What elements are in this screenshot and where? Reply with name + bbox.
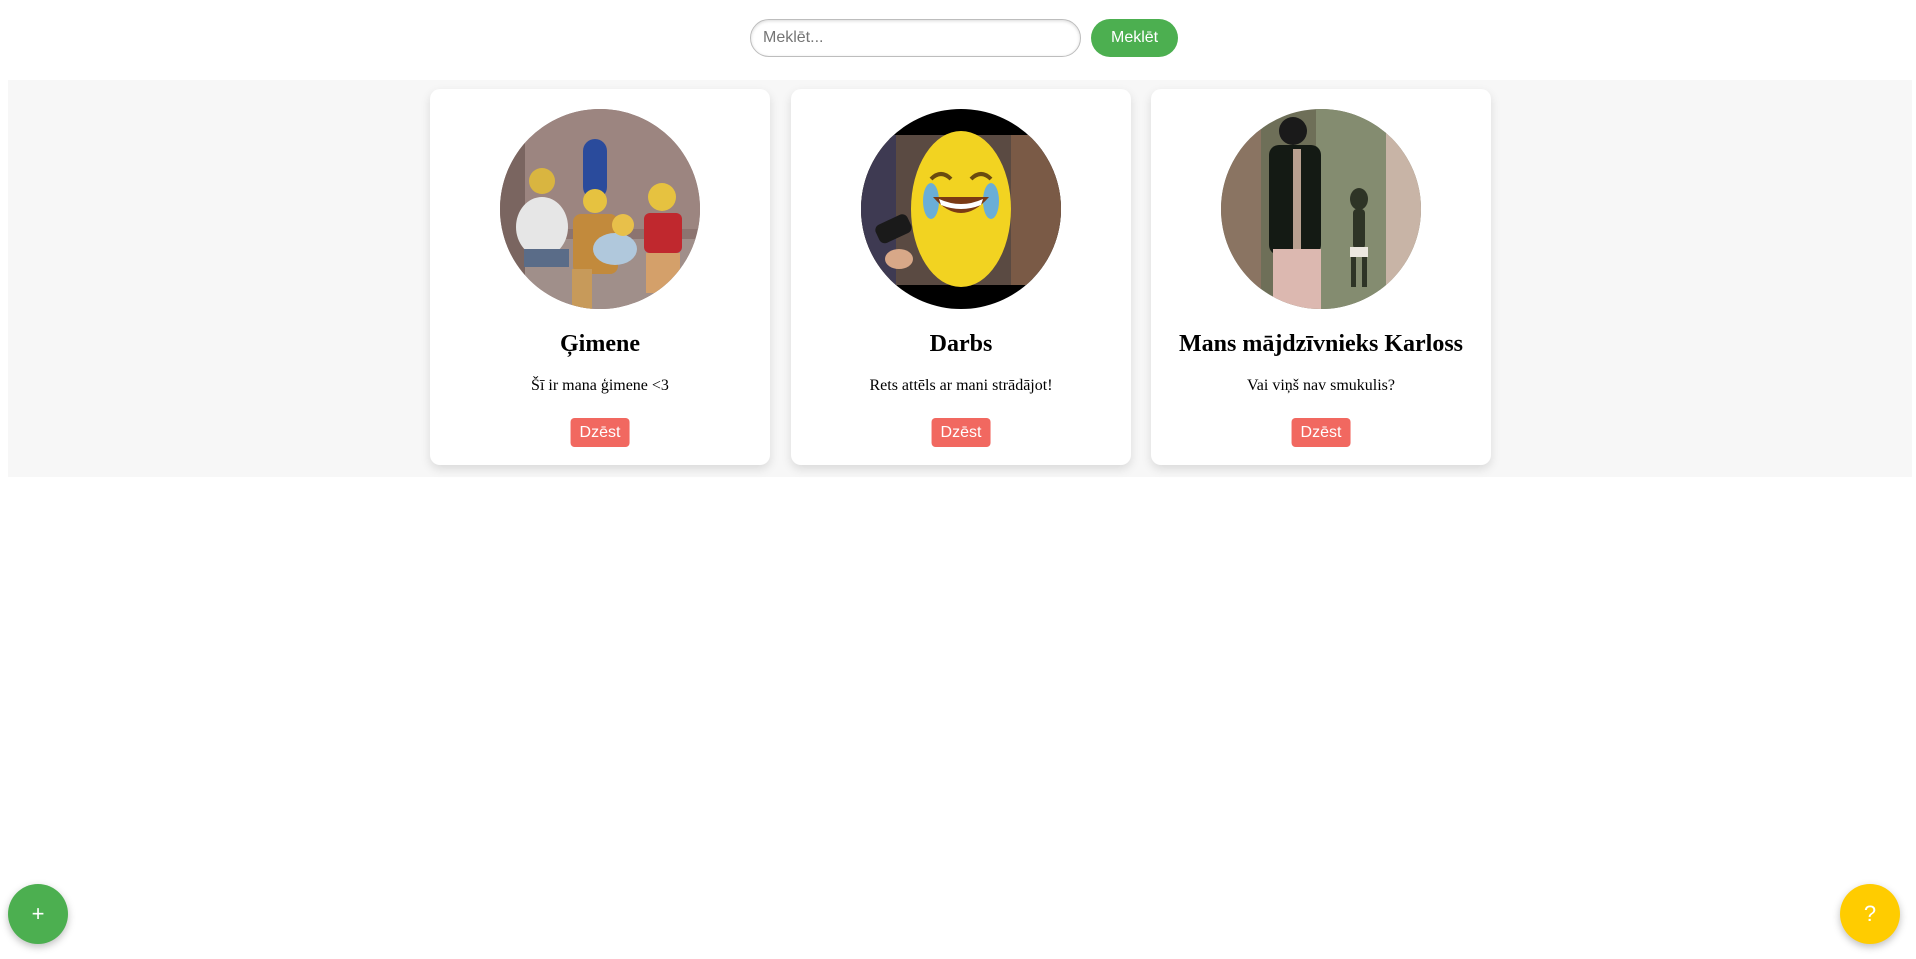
card-description: Šī ir mana ģimene <3 — [531, 377, 669, 394]
card-description: Vai viņš nav smukulis? — [1247, 377, 1395, 394]
card-photo-family — [500, 109, 700, 309]
card-title: Mans mājdzīvnieks Karloss — [1178, 331, 1463, 357]
delete-button[interactable]: Dzēst — [931, 418, 991, 447]
card-title: Darbs — [929, 331, 993, 357]
photo-card: Darbs Rets attēls ar mani strādājot! Dzē… — [791, 89, 1131, 465]
photo-card: Mans mājdzīvnieks Karloss Vai viņš nav s… — [1151, 89, 1491, 465]
add-button[interactable]: + — [8, 884, 68, 944]
card-description: Rets attēls ar mani strādājot! — [869, 377, 1053, 394]
gallery: Ģimene Šī ir mana ģimene <3 Dzēst Darbs … — [8, 80, 1912, 477]
search-button[interactable]: Meklēt — [1091, 19, 1179, 57]
card-photo-work — [861, 109, 1061, 309]
family-photo-image — [500, 109, 700, 309]
card-photo-pet — [1221, 109, 1421, 309]
photo-card: Ģimene Šī ir mana ģimene <3 Dzēst — [430, 89, 770, 465]
delete-button[interactable]: Dzēst — [1291, 418, 1351, 447]
search-bar: Meklēt — [750, 19, 1179, 57]
help-button[interactable]: ? — [1840, 884, 1900, 944]
work-photo-image — [861, 109, 1061, 309]
search-input[interactable] — [750, 19, 1081, 57]
pet-photo-image — [1221, 109, 1421, 309]
card-title: Ģimene — [560, 331, 640, 357]
delete-button[interactable]: Dzēst — [570, 418, 630, 447]
